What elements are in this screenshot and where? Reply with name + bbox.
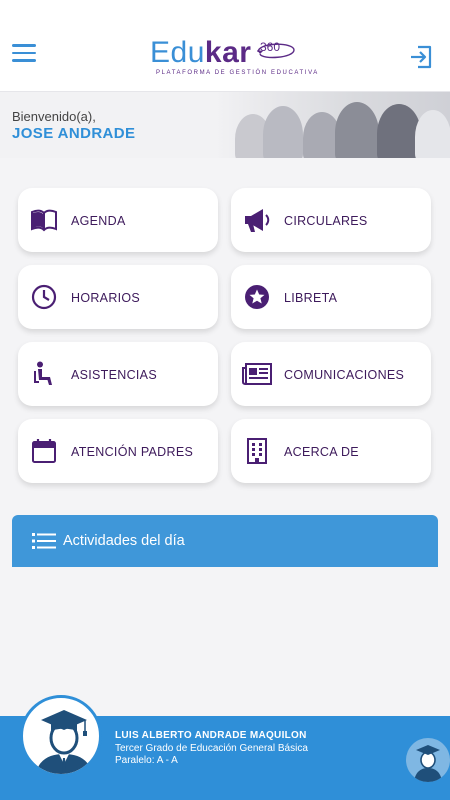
student-avatar (20, 695, 102, 777)
comunicaciones-button[interactable]: COMUNICACIONES (231, 342, 431, 406)
student-name: LUIS ALBERTO ANDRADE MAQUILON (115, 730, 307, 741)
libreta-label: LIBRETA (284, 291, 338, 305)
hamburger-menu-icon[interactable] (12, 44, 36, 66)
student-grade: Tercer Grado de Educación General Básica (115, 743, 308, 754)
activities-panel-header[interactable]: Actividades del día (12, 515, 438, 567)
atencion-padres-button[interactable]: ATENCIÓN PADRES (18, 419, 218, 483)
circulares-button[interactable]: CIRCULARES (231, 188, 431, 252)
calendar-icon (32, 439, 56, 463)
seated-person-icon (34, 361, 52, 385)
newspaper-icon (242, 363, 272, 385)
horarios-button[interactable]: HORARIOS (18, 265, 218, 329)
building-icon (247, 438, 267, 464)
logout-icon[interactable] (408, 44, 434, 70)
logo-accent-text: kar (204, 36, 252, 69)
horarios-label: HORARIOS (71, 291, 141, 305)
libreta-button[interactable]: LIBRETA (231, 265, 431, 329)
list-icon (32, 533, 56, 549)
megaphone-icon (245, 209, 270, 232)
students-photo (215, 92, 450, 158)
star-icon (245, 285, 269, 309)
acerca-de-label: ACERCA DE (284, 445, 359, 459)
asistencias-button[interactable]: ASISTENCIAS (18, 342, 218, 406)
welcome-banner: Bienvenido(a), JOSE ANDRADE (0, 92, 450, 158)
greeting-text: Bienvenido(a), (12, 109, 96, 124)
user-name: JOSE ANDRADE (12, 125, 136, 142)
logo-tagline: PLATAFORMA DE GESTIÓN EDUCATIVA (156, 70, 319, 76)
asistencias-label: ASISTENCIAS (71, 368, 157, 382)
activities-title: Actividades del día (63, 533, 185, 549)
clock-icon (31, 284, 57, 310)
comunicaciones-label: COMUNICACIONES (284, 368, 405, 382)
top-bar: Edukar 360 PLATAFORMA DE GESTIÓN EDUCATI… (0, 0, 450, 92)
book-icon (31, 209, 57, 232)
agenda-label: AGENDA (71, 214, 126, 228)
logo-badge: 360 (260, 40, 281, 54)
circulares-label: CIRCULARES (284, 214, 368, 228)
logo-main-text: Edu (150, 36, 205, 69)
agenda-button[interactable]: AGENDA (18, 188, 218, 252)
app-logo: Edukar 360 PLATAFORMA DE GESTIÓN EDUCATI… (150, 36, 317, 80)
switch-student-avatar-icon[interactable] (406, 738, 450, 782)
acerca-de-button[interactable]: ACERCA DE (231, 419, 431, 483)
atencion-padres-label: ATENCIÓN PADRES (71, 445, 194, 459)
student-parallel: Paralelo: A - A (115, 755, 178, 766)
